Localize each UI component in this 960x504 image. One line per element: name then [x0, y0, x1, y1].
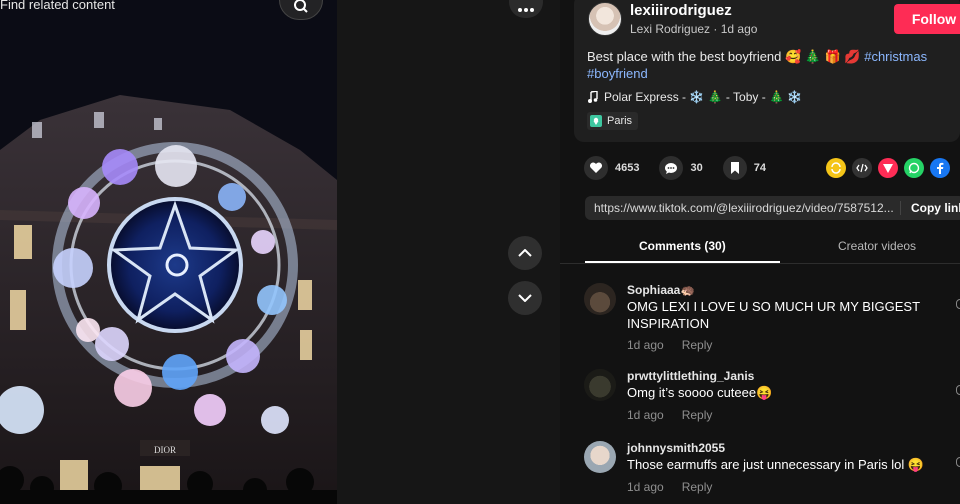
- tab-creator-videos[interactable]: Creator videos: [838, 239, 916, 253]
- save-button[interactable]: 74: [722, 156, 766, 180]
- comment-time: 1d ago: [627, 408, 664, 422]
- comment-text: Those earmuffs are just unnecessary in P…: [627, 457, 925, 472]
- location-label: Paris: [607, 115, 633, 127]
- comment-meta: 1d ago Reply: [627, 408, 712, 422]
- music-note-icon: [588, 91, 598, 103]
- follow-button[interactable]: Follow: [894, 4, 960, 34]
- video-details-panel: lexiiirodriguez Lexi Rodriguez · 1d ago …: [560, 0, 960, 504]
- comment-item: Sophiaaa🦔 OMG LEXI I LOVE U SO MUCH UR M…: [584, 283, 960, 353]
- like-button[interactable]: 4653: [584, 156, 639, 180]
- commenter-username[interactable]: johnnysmith2055: [627, 441, 725, 455]
- hashtag-boyfriend[interactable]: #boyfriend: [587, 66, 648, 81]
- comment-time: 1d ago: [627, 338, 664, 352]
- video-player[interactable]: DIOR Find related content: [0, 0, 337, 504]
- comment-icon: [665, 162, 678, 174]
- author-meta: Lexi Rodriguez · 1d ago: [630, 22, 757, 36]
- embed-icon[interactable]: [852, 158, 872, 178]
- comment-text: OMG LEXI I LOVE U SO MUCH UR MY BIGGEST …: [627, 299, 920, 331]
- comment-item: prwttylittlething_Janis Omg it’s soooo c…: [584, 369, 960, 425]
- active-tab-indicator: [585, 261, 780, 263]
- like-count: 4653: [615, 162, 640, 174]
- video-info-card: lexiiirodriguez Lexi Rodriguez · 1d ago …: [574, 0, 960, 142]
- comment-meta: 1d ago Reply: [627, 480, 712, 494]
- chevron-down-icon: [518, 294, 532, 302]
- chevron-up-icon: [518, 249, 532, 257]
- share-options: [826, 158, 950, 178]
- comment-item: johnnysmith2055 Those earmuffs are just …: [584, 441, 960, 497]
- author-avatar[interactable]: [588, 2, 622, 36]
- previous-video-button[interactable]: [508, 236, 542, 270]
- storefront-sign: DIOR: [154, 445, 176, 455]
- share-link-row: https://www.tiktok.com/@lexiiirodriguez/…: [585, 196, 960, 220]
- video-frame-image: DIOR: [0, 0, 337, 504]
- comment-button[interactable]: 30: [659, 156, 703, 180]
- engagement-stats: 4653 30 74: [584, 156, 786, 180]
- repost-icon[interactable]: [826, 158, 846, 178]
- next-video-button[interactable]: [508, 281, 542, 315]
- video-pane: DIOR Find related content: [0, 0, 560, 504]
- location-pin-icon: [590, 115, 602, 127]
- whatsapp-icon[interactable]: [904, 158, 924, 178]
- related-content-search[interactable]: Find related content: [0, 0, 115, 12]
- send-icon[interactable]: [878, 158, 898, 178]
- heart-icon: [589, 162, 603, 173]
- comment-like-icon[interactable]: [956, 385, 960, 395]
- tab-comments[interactable]: Comments (30): [639, 239, 726, 253]
- comment-count: 30: [690, 162, 703, 174]
- comment-like-icon[interactable]: [956, 299, 960, 309]
- comment-text: Omg it’s soooo cuteee😝: [627, 385, 773, 400]
- more-icon: [518, 8, 534, 12]
- caption-text: Best place with the best boyfriend 🥰 🎄 🎁…: [587, 49, 861, 64]
- commenter-username[interactable]: prwttylittlething_Janis: [627, 369, 754, 383]
- location-tag[interactable]: Paris: [587, 112, 639, 130]
- save-count: 74: [753, 162, 766, 174]
- music-title: Polar Express - ❄️ 🎄 - Toby - 🎄 ❄️: [604, 90, 803, 104]
- video-url[interactable]: https://www.tiktok.com/@lexiiirodriguez/…: [585, 201, 898, 215]
- author-username[interactable]: lexiiirodriguez: [630, 2, 732, 19]
- bookmark-icon: [730, 162, 739, 174]
- reply-button[interactable]: Reply: [682, 338, 713, 352]
- search-icon: [294, 0, 308, 13]
- commenter-avatar[interactable]: [584, 283, 616, 315]
- author-nickname[interactable]: Lexi Rodriguez: [630, 22, 710, 36]
- facebook-icon[interactable]: [930, 158, 950, 178]
- comment-meta: 1d ago Reply: [627, 338, 712, 352]
- video-caption: Best place with the best boyfriend 🥰 🎄 🎁…: [587, 48, 957, 82]
- hashtag-christmas[interactable]: #christmas: [864, 49, 927, 64]
- comment-time: 1d ago: [627, 480, 664, 494]
- panel-tabs: Comments (30) Creator videos: [560, 230, 960, 264]
- music-link[interactable]: Polar Express - ❄️ 🎄 - Toby - 🎄 ❄️: [587, 90, 802, 104]
- commenter-username[interactable]: Sophiaaa🦔: [627, 283, 695, 297]
- copy-link-button[interactable]: Copy link: [899, 201, 960, 215]
- comment-like-icon[interactable]: [956, 457, 960, 467]
- commenter-avatar[interactable]: [584, 441, 616, 473]
- meta-separator: ·: [713, 22, 721, 36]
- reply-button[interactable]: Reply: [682, 480, 713, 494]
- reply-button[interactable]: Reply: [682, 408, 713, 422]
- commenter-avatar[interactable]: [584, 369, 616, 401]
- post-time: 1d ago: [720, 22, 758, 36]
